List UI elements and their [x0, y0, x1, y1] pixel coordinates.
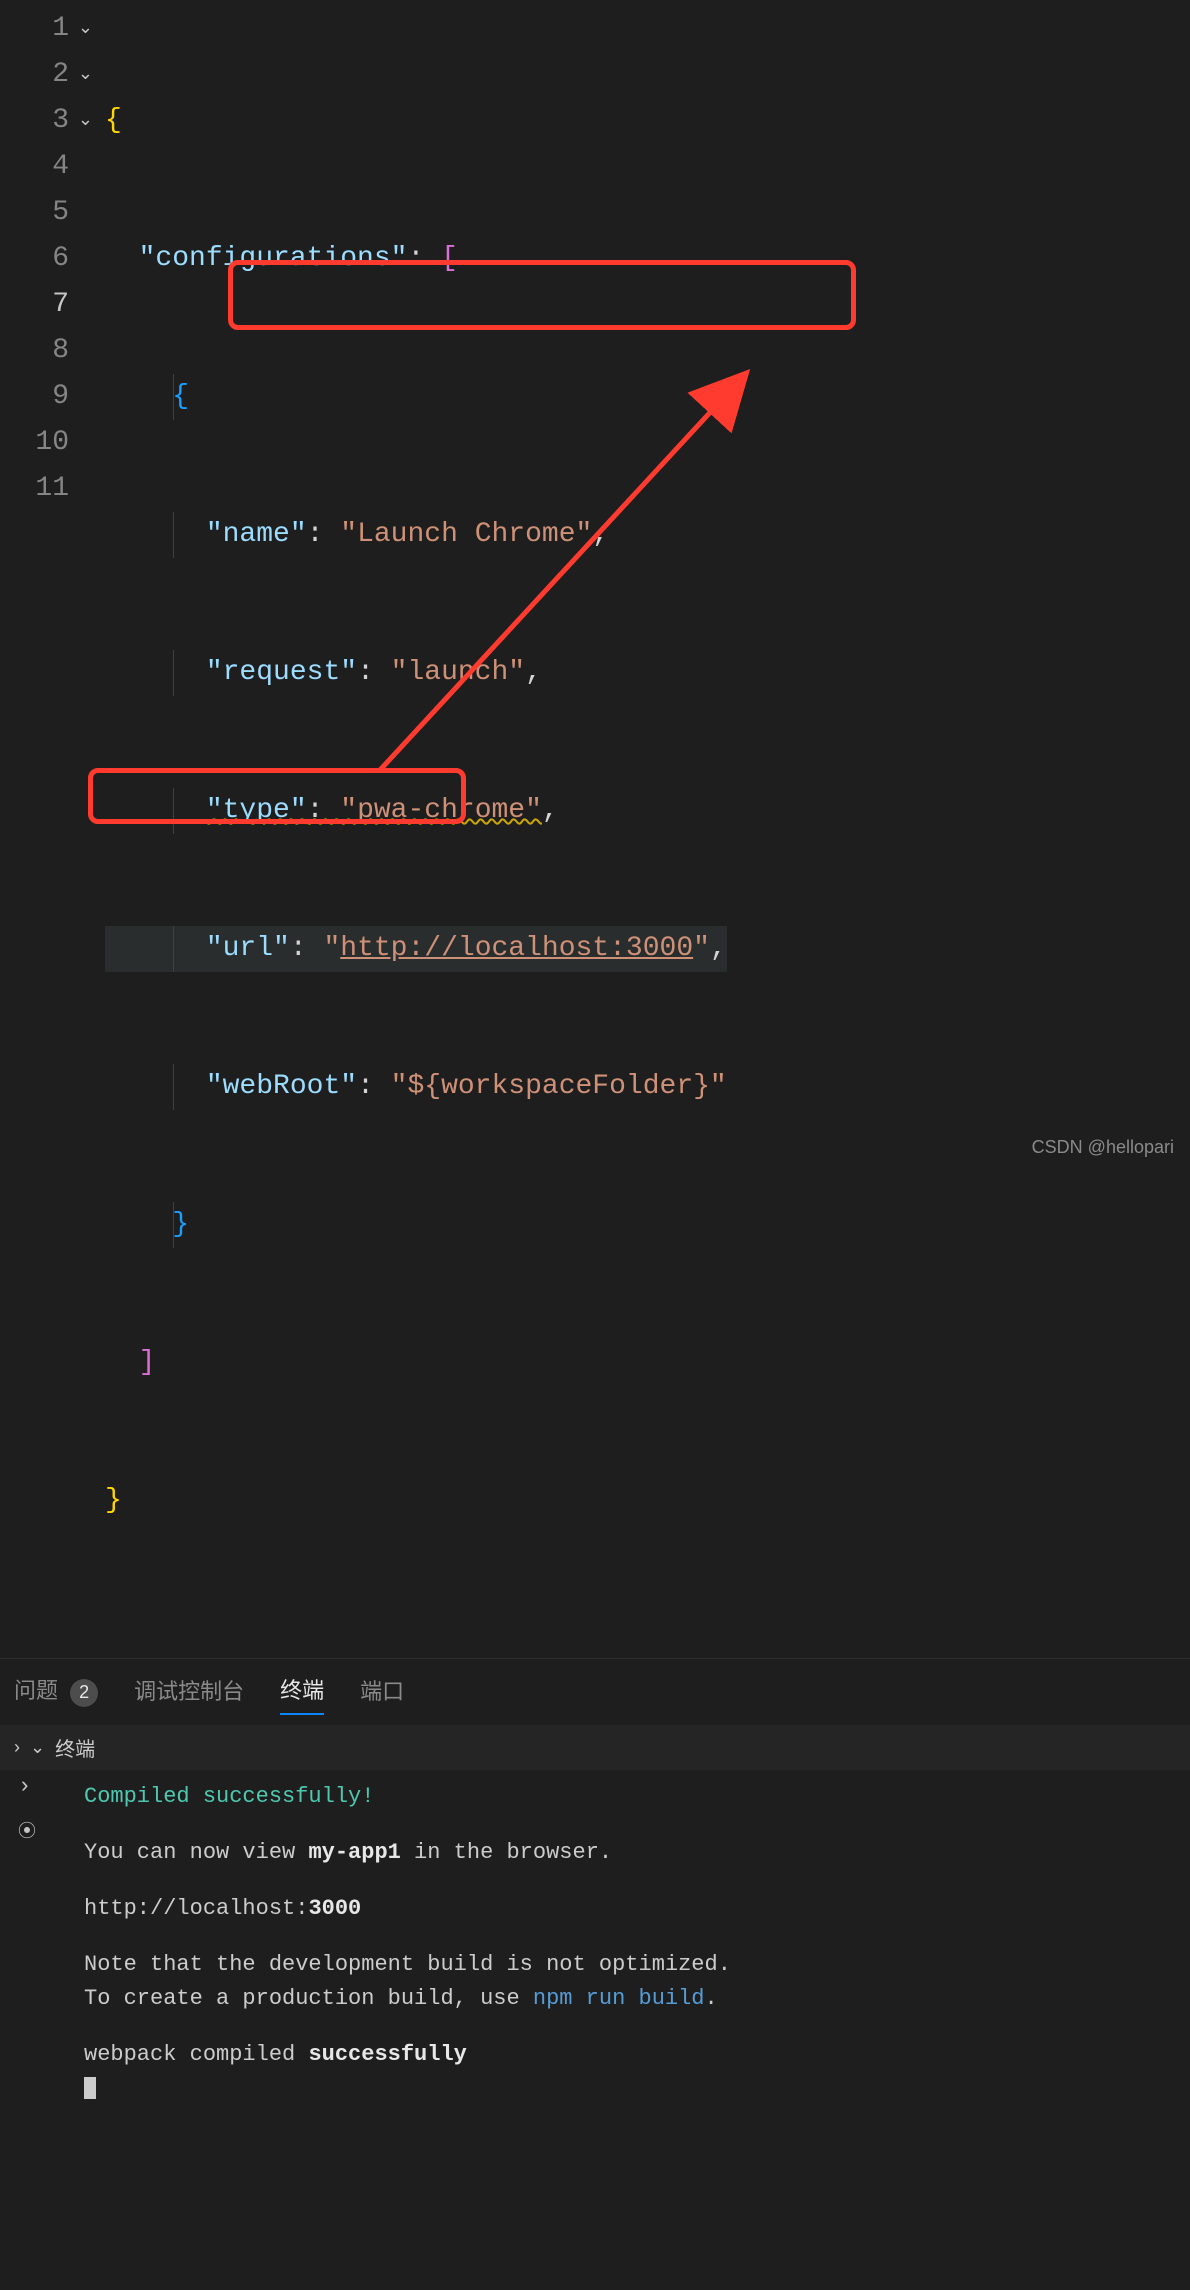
tab-debug-console[interactable]: 调试控制台: [134, 1674, 244, 1714]
bottom-panel: 问题 2 调试控制台 终端 端口 › ⌄ 终端 › ⦿ Compiled suc…: [0, 1658, 1190, 2290]
line-number: 11: [35, 466, 69, 512]
json-value-warning: "pwa-chrome": [340, 795, 542, 826]
line-number: 3: [52, 98, 69, 144]
fold-icon[interactable]: ⌄: [75, 6, 93, 52]
line-number-gutter: 1⌄ 2⌄ 3⌄ 4 5 6 7 8 9 10 11: [0, 6, 105, 1616]
terminal-line: Note that the development build is not o…: [84, 1948, 1190, 1982]
tab-label: 调试控制台: [134, 1679, 244, 1704]
terminal-cursor: [84, 2072, 1190, 2106]
terminal-group-header[interactable]: › ⌄ 终端: [0, 1725, 1190, 1770]
terminal-line: To create a production build, use npm ru…: [84, 1982, 1190, 2016]
app-name: my-app1: [308, 1840, 400, 1865]
terminal-url-line[interactable]: http://localhost:3000: [84, 1892, 1190, 1926]
json-url-value[interactable]: http://localhost:3000: [340, 933, 693, 964]
json-key: "configurations": [139, 243, 408, 274]
chevron-right-icon[interactable]: ›: [14, 1737, 20, 1758]
line-number: 8: [52, 328, 69, 374]
json-value: "launch": [391, 657, 525, 688]
line-number: 5: [52, 190, 69, 236]
json-key: "name": [206, 519, 307, 550]
terminal-url-port: 3000: [308, 1896, 361, 1921]
fold-icon[interactable]: ⌄: [75, 52, 93, 98]
terminal-line: You can now view my-app1 in the browser.: [84, 1836, 1190, 1870]
json-key: "request": [206, 657, 357, 688]
json-string-quote: ": [693, 933, 710, 964]
line-number: 6: [52, 236, 69, 282]
json-string-quote: ": [323, 933, 340, 964]
json-value: "Launch Chrome": [340, 519, 592, 550]
terminal-output[interactable]: › ⦿ Compiled successfully! You can now v…: [0, 1770, 1190, 2290]
code-content[interactable]: { "configurations": [ { "name": "Launch …: [105, 6, 727, 1616]
json-key: "webRoot": [206, 1071, 357, 1102]
tab-terminal[interactable]: 终端: [280, 1673, 324, 1715]
tab-problems[interactable]: 问题 2: [14, 1673, 98, 1715]
line-number: 1: [52, 6, 69, 52]
json-key: "url": [206, 933, 290, 964]
line-number: 9: [52, 374, 69, 420]
code-editor[interactable]: 1⌄ 2⌄ 3⌄ 4 5 6 7 8 9 10 11 { "configurat…: [0, 0, 1190, 1616]
problems-count-badge: 2: [70, 1679, 98, 1707]
terminal-line: webpack compiled successfully: [84, 2038, 1190, 2072]
fold-icon[interactable]: ⌄: [75, 98, 93, 144]
line-number: 7: [52, 282, 69, 328]
tab-ports[interactable]: 端口: [360, 1674, 404, 1714]
tab-label: 端口: [360, 1679, 404, 1704]
chevron-down-icon[interactable]: ⌄: [30, 1737, 45, 1758]
json-key-warning: "type": [206, 795, 307, 826]
line-number: 4: [52, 144, 69, 190]
terminal-command: npm run build: [533, 1986, 705, 2011]
panel-tabs: 问题 2 调试控制台 终端 端口: [0, 1659, 1190, 1725]
tab-label: 终端: [280, 1678, 324, 1703]
chevron-right-icon[interactable]: ›: [18, 1770, 36, 1804]
terminal-line: Compiled successfully!: [84, 1780, 1190, 1814]
tab-label: 问题: [14, 1678, 58, 1703]
line-number: 2: [52, 52, 69, 98]
line-number: 10: [35, 420, 69, 466]
json-value: "${workspaceFolder}": [391, 1071, 727, 1102]
commit-icon[interactable]: ⦿: [18, 1816, 36, 1850]
terminal-status: successfully: [308, 2042, 466, 2067]
terminal-header-label: 终端: [55, 1733, 95, 1762]
watermark: CSDN @hellopari: [1032, 1137, 1174, 1158]
